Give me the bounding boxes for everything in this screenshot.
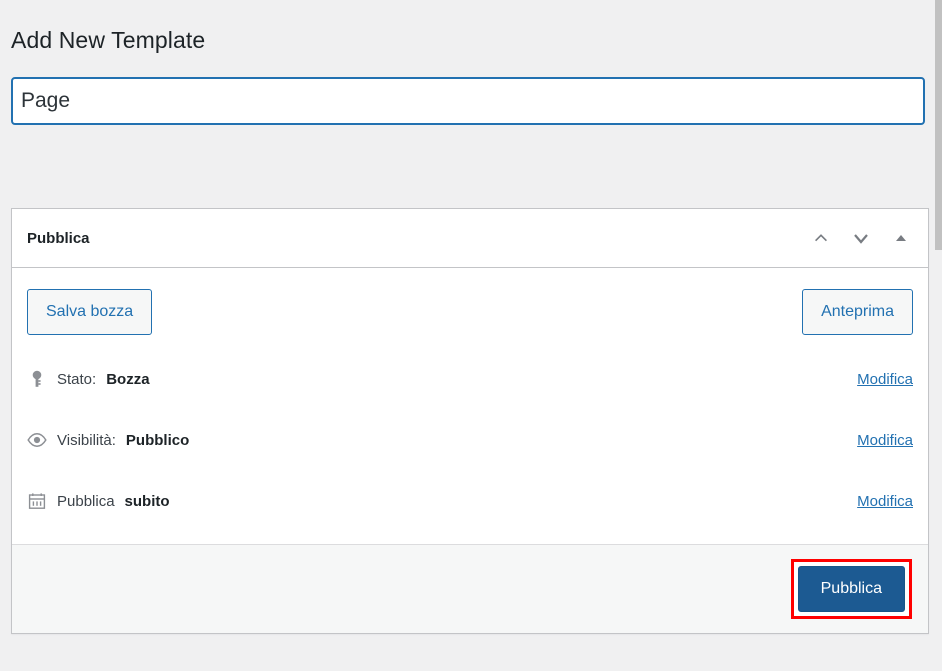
publish-metabox-title: Pubblica xyxy=(27,229,90,247)
minor-publishing-actions: Salva bozza Anteprima xyxy=(12,278,928,343)
page-title: Add New Template xyxy=(11,27,206,53)
preview-button[interactable]: Anteprima xyxy=(802,289,913,335)
publish-date-label: Pubblica xyxy=(57,492,115,510)
publish-button[interactable]: Pubblica xyxy=(797,566,905,612)
calendar-icon xyxy=(27,491,47,511)
post-status-info: Stato: Bozza xyxy=(27,369,150,389)
publish-metabox-controls xyxy=(806,223,916,253)
visibility-info: Visibilità: Pubblico xyxy=(27,430,189,450)
save-draft-button[interactable]: Salva bozza xyxy=(27,289,153,335)
post-status-row: Stato: Bozza Modifica xyxy=(27,349,913,410)
title-field-container xyxy=(0,56,942,125)
post-status-value: Bozza xyxy=(106,370,150,388)
visibility-value: Pubblico xyxy=(125,431,190,449)
edit-status-link[interactable]: Modifica xyxy=(857,371,913,388)
vertical-scrollbar-thumb[interactable] xyxy=(935,0,942,250)
publish-metabox: Pubblica Salva bozza Anteprima Stato: Bo… xyxy=(11,208,929,634)
publish-date-info: Pubblica subito xyxy=(27,491,170,511)
visibility-label: Visibilità: xyxy=(57,431,116,449)
triangle-up-toggle-icon[interactable] xyxy=(886,223,916,253)
chevron-up-icon[interactable] xyxy=(806,223,836,253)
publish-date-row: Pubblica subito Modifica xyxy=(27,471,913,532)
publish-metabox-header: Pubblica xyxy=(12,209,928,268)
visibility-eye-icon xyxy=(27,430,47,450)
major-publishing-actions: Pubblica xyxy=(12,544,928,633)
edit-publish-date-link[interactable]: Modifica xyxy=(857,493,913,510)
post-status-pin-icon xyxy=(27,369,47,389)
post-status-label: Stato: xyxy=(57,370,97,388)
edit-visibility-link[interactable]: Modifica xyxy=(857,432,913,449)
misc-publishing-actions: Stato: Bozza Modifica Visibilità: Pubbli… xyxy=(12,343,928,532)
submit-box: Salva bozza Anteprima Stato: Bozza Modif… xyxy=(12,268,928,633)
template-title-input[interactable] xyxy=(11,76,925,125)
visibility-row: Visibilità: Pubblico Modifica xyxy=(27,410,913,471)
chevron-down-icon[interactable] xyxy=(846,223,876,253)
publish-button-highlight: Pubblica xyxy=(790,559,912,619)
vertical-scrollbar-track[interactable] xyxy=(935,0,942,671)
publish-date-value: subito xyxy=(124,492,170,510)
